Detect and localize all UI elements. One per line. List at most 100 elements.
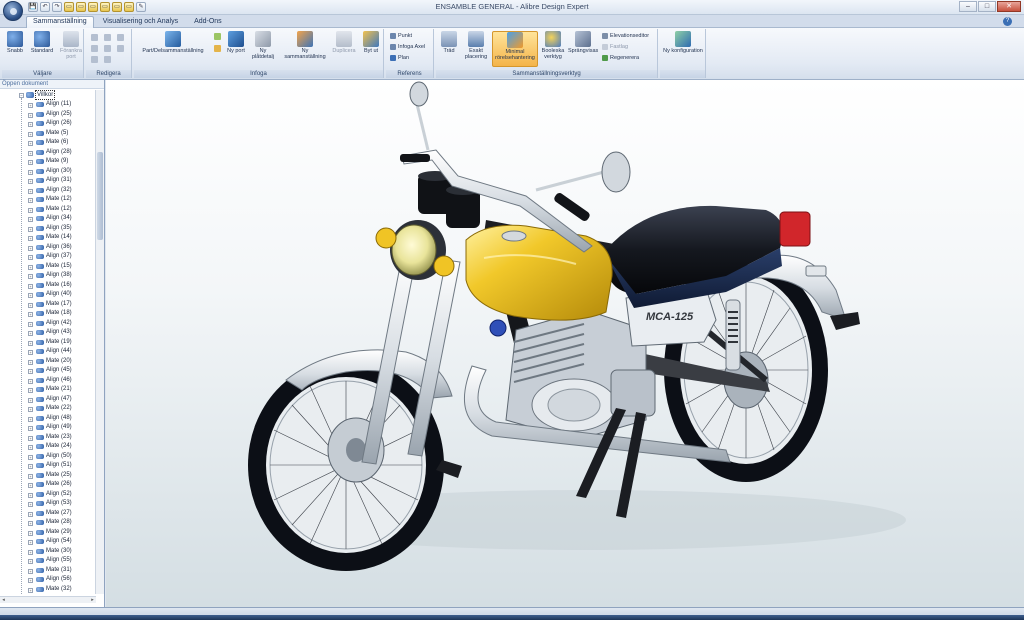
insert-table-icon[interactable] <box>214 33 221 40</box>
tree-item[interactable]: + Align (51) <box>0 461 95 471</box>
help-icon[interactable]: ? <box>1003 17 1012 26</box>
tab-add-ons[interactable]: Add-Ons <box>187 16 229 28</box>
tree-item[interactable]: + Mate (12) <box>0 205 95 215</box>
exakt-placering-button[interactable]: Exakt placering <box>462 31 490 60</box>
expand-icon[interactable]: + <box>28 464 33 469</box>
tree-item[interactable]: + Align (26) <box>0 119 95 129</box>
tree-item[interactable]: + Align (46) <box>0 376 95 386</box>
expand-icon[interactable]: + <box>28 141 33 146</box>
paste-icon[interactable] <box>104 34 111 41</box>
expand-icon[interactable]: + <box>28 350 33 355</box>
tree-item[interactable]: + Mate (24) <box>0 442 95 452</box>
trad-button[interactable]: Träd <box>438 31 460 54</box>
expand-icon[interactable]: + <box>28 112 33 118</box>
expand-icon[interactable]: + <box>28 578 33 583</box>
tree-item[interactable]: + Align (45) <box>0 366 95 376</box>
expand-icon[interactable]: + <box>28 359 33 365</box>
expand-icon[interactable]: + <box>28 407 33 412</box>
expand-icon[interactable]: + <box>28 340 33 346</box>
tab-visualisering[interactable]: Visualisering och Analys <box>96 16 185 28</box>
ny-konfiguration-button[interactable]: Ny konfiguration <box>662 31 704 54</box>
tree-item[interactable]: + Align (56) <box>0 575 95 585</box>
fastlag-button[interactable]: Fastlag <box>602 43 628 51</box>
tree-item[interactable]: + Align (11) <box>0 100 95 110</box>
minimize-button[interactable]: – <box>959 1 977 12</box>
tree-item[interactable]: + Align (28) <box>0 148 95 158</box>
tree-item[interactable]: + Align (43) <box>0 328 95 338</box>
tree-item[interactable]: + Mate (19) <box>0 338 95 348</box>
motorcycle-model[interactable]: MCA-125 <box>106 80 1024 607</box>
x-icon[interactable] <box>104 45 111 52</box>
ny-sammanstallning-button[interactable]: Ny sammanställning <box>282 31 328 60</box>
expand-icon[interactable]: + <box>28 502 33 507</box>
expand-icon[interactable]: + <box>28 331 33 336</box>
tree-item[interactable]: + Mate (27) <box>0 509 95 519</box>
front-wheel[interactable] <box>248 359 444 571</box>
lock-icon[interactable] <box>104 56 111 63</box>
tree-item[interactable]: + Mate (9) <box>0 157 95 167</box>
tree-item[interactable]: + Align (48) <box>0 414 95 424</box>
ny-platdetalj-button[interactable]: Ny plåtdetalj <box>248 31 278 60</box>
tree-item[interactable]: + Mate (25) <box>0 471 95 481</box>
tab-sammanstallning[interactable]: Sammanställning <box>26 16 94 28</box>
expand-icon[interactable]: + <box>28 445 33 450</box>
regenerera-button[interactable]: Regenerera <box>602 54 639 62</box>
fuel-tank[interactable] <box>465 224 613 321</box>
maximize-button[interactable]: □ <box>978 1 996 12</box>
copy-icon[interactable] <box>91 34 98 41</box>
tree-item[interactable]: + Align (55) <box>0 556 95 566</box>
snabb-button[interactable]: Snabb <box>4 31 26 54</box>
expand-icon[interactable]: + <box>28 226 33 232</box>
expand-icon[interactable]: + <box>28 150 33 156</box>
expand-icon[interactable]: + <box>28 264 33 270</box>
tree-horizontal-scrollbar[interactable]: ◂ ▸ <box>0 596 96 603</box>
booleska-verktyg-button[interactable]: Booleska verktyg <box>540 31 566 60</box>
tree-item[interactable]: + Align (30) <box>0 167 95 177</box>
expand-icon[interactable]: + <box>28 540 33 545</box>
infoga-axel-button[interactable]: Infoga Axel <box>390 43 425 51</box>
expand-icon[interactable]: + <box>28 169 33 175</box>
expand-icon[interactable]: + <box>28 483 33 488</box>
expand-icon[interactable]: + <box>28 188 33 194</box>
expand-icon[interactable]: + <box>28 530 33 536</box>
expand-icon[interactable]: + <box>28 369 33 374</box>
tree-item[interactable]: + Align (31) <box>0 176 95 186</box>
tree-item[interactable]: + Mate (12) <box>0 195 95 205</box>
minimal-rorelsehantering-button[interactable]: Minimal rörelsehantering <box>492 31 538 67</box>
expand-icon[interactable]: + <box>28 122 33 127</box>
expand-icon[interactable]: + <box>28 274 33 279</box>
tree-item[interactable]: + Align (47) <box>0 395 95 405</box>
tree-item[interactable]: + Mate (26) <box>0 480 95 490</box>
tree-item[interactable]: + Align (37) <box>0 252 95 262</box>
expand-icon[interactable]: + <box>28 312 33 317</box>
elevationseditor-button[interactable]: Elevationseditor <box>602 32 649 40</box>
expand-icon[interactable]: + <box>28 492 33 498</box>
tree-item[interactable]: + Mate (18) <box>0 309 95 319</box>
plan-button[interactable]: Plan <box>390 54 409 62</box>
tree-item[interactable]: + Mate (28) <box>0 518 95 528</box>
tree-item[interactable]: + Mate (32) <box>0 585 95 595</box>
forankra-port-button[interactable]: Förankra port <box>58 31 84 60</box>
expand-icon[interactable]: + <box>28 302 33 308</box>
expand-icon[interactable]: + <box>28 388 33 393</box>
tree-item[interactable]: + Mate (15) <box>0 262 95 272</box>
tree-item[interactable]: + Align (50) <box>0 452 95 462</box>
scroll-right-icon[interactable]: ▸ <box>89 597 96 603</box>
tree-item[interactable]: + Mate (5) <box>0 129 95 139</box>
expand-icon[interactable]: + <box>28 255 33 260</box>
standard-button[interactable]: Standard <box>29 31 55 54</box>
part-delsammanstallning-button[interactable]: Part/Delsammanställning <box>136 31 210 54</box>
tree-item[interactable]: + Align (25) <box>0 110 95 120</box>
tree-item[interactable]: + Mate (23) <box>0 433 95 443</box>
expand-icon[interactable]: + <box>28 321 33 327</box>
expand-icon[interactable]: + <box>28 521 33 526</box>
expand-icon[interactable]: + <box>28 568 33 574</box>
sprangvy-button[interactable]: Sprängvisas <box>568 31 598 54</box>
expand-icon[interactable]: + <box>28 397 33 403</box>
expand-icon[interactable]: + <box>28 217 33 222</box>
pin-icon[interactable] <box>117 45 124 52</box>
tree-item[interactable]: + Mate (20) <box>0 357 95 367</box>
tree-item[interactable]: + Align (40) <box>0 290 95 300</box>
expand-icon[interactable]: + <box>28 131 33 137</box>
close-button[interactable]: ✕ <box>997 1 1021 12</box>
